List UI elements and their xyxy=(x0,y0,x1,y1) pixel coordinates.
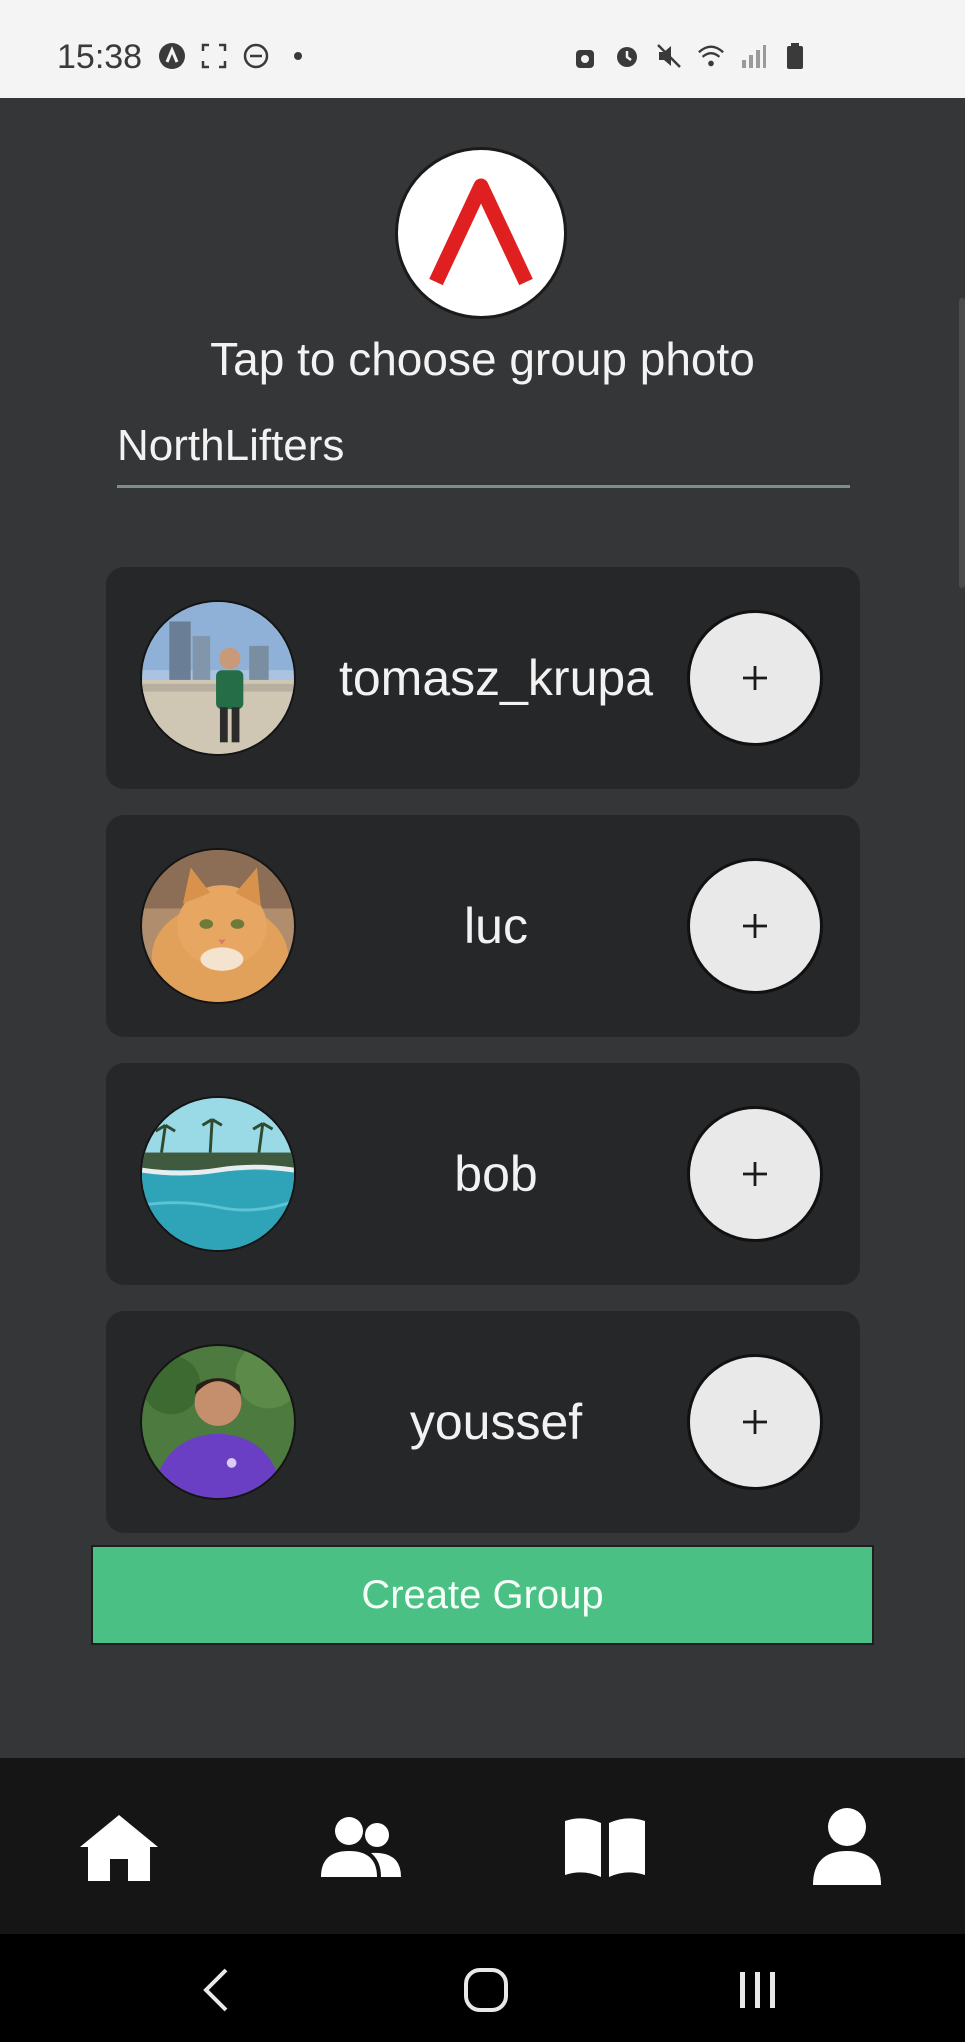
status-bar: 15:38 xyxy=(0,0,965,98)
plus-icon xyxy=(743,1410,767,1434)
profile-icon xyxy=(813,1808,881,1885)
person-photo-icon xyxy=(140,600,296,756)
user-card: tomasz_krupa xyxy=(106,567,860,789)
status-right-icons xyxy=(571,42,809,70)
tab-library[interactable] xyxy=(560,1802,650,1892)
username: bob xyxy=(454,1146,538,1202)
add-user-button[interactable] xyxy=(687,858,823,994)
group-photo-picker[interactable] xyxy=(395,147,567,319)
add-user-button[interactable] xyxy=(687,1354,823,1490)
system-nav-bar xyxy=(0,1934,965,2042)
app-notification-icon xyxy=(158,42,186,70)
user-card: bob xyxy=(106,1063,860,1285)
tab-groups[interactable] xyxy=(316,1802,406,1892)
nav-recents-button[interactable] xyxy=(728,1962,788,2018)
battery-icon xyxy=(781,42,809,70)
cat-photo-icon xyxy=(140,848,296,1004)
plus-icon xyxy=(743,666,767,690)
status-time: 15:38 xyxy=(57,38,143,76)
status-left-icons xyxy=(158,42,312,70)
screenshot-icon xyxy=(200,42,228,70)
username: youssef xyxy=(409,1394,583,1450)
create-group-button[interactable]: Create Group xyxy=(91,1545,874,1645)
signal-icon xyxy=(739,42,767,70)
tab-profile[interactable] xyxy=(802,1802,892,1892)
nav-home-button[interactable] xyxy=(456,1962,516,2018)
username: luc xyxy=(464,898,528,954)
app-logo-icon xyxy=(429,178,533,286)
dot-icon xyxy=(284,42,312,70)
photo-prompt[interactable]: Tap to choose group photo xyxy=(0,332,965,386)
bottom-tab-bar xyxy=(0,1758,965,1934)
mute-icon xyxy=(655,42,683,70)
back-icon xyxy=(203,1968,228,2012)
alarm-icon xyxy=(613,42,641,70)
group-name-input[interactable] xyxy=(117,412,850,488)
add-user-button[interactable] xyxy=(687,1106,823,1242)
do-not-disturb-icon xyxy=(242,42,270,70)
tab-home[interactable] xyxy=(74,1802,164,1892)
plus-icon xyxy=(743,1162,767,1186)
person-photo-icon xyxy=(140,1344,296,1500)
group-icon xyxy=(321,1817,401,1877)
pool-photo-icon xyxy=(140,1096,296,1252)
user-card: youssef xyxy=(106,1311,860,1533)
wifi-icon xyxy=(697,42,725,70)
plus-icon xyxy=(743,914,767,938)
recents-icon xyxy=(740,1972,775,2008)
add-user-button[interactable] xyxy=(687,610,823,746)
username: tomasz_krupa xyxy=(338,650,654,706)
book-icon xyxy=(565,1818,645,1877)
home-circle-icon xyxy=(464,1968,508,2012)
nav-back-button[interactable] xyxy=(186,1962,246,2018)
home-icon xyxy=(80,1815,158,1881)
user-card: luc xyxy=(106,815,860,1037)
alarm-lock-icon xyxy=(571,42,599,70)
